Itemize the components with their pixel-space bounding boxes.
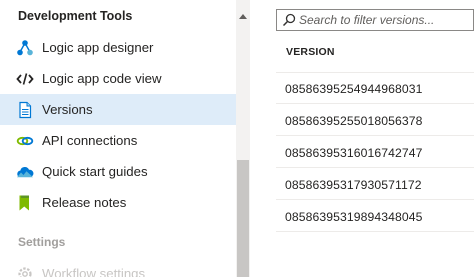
table-row[interactable]: 08586395317930571172 <box>276 169 474 200</box>
network-icon <box>16 39 34 57</box>
nav-item-label: Workflow settings <box>42 266 146 277</box>
nav-item-label: Quick start guides <box>42 164 148 179</box>
nav-item-versions[interactable]: Versions <box>0 94 236 125</box>
bookmark-icon <box>16 194 34 212</box>
section-header-settings: Settings <box>18 235 66 249</box>
scroll-thumb[interactable] <box>237 160 249 277</box>
version-id: 08586395316016742747 <box>285 146 423 160</box>
table-row[interactable]: 08586395316016742747 <box>276 137 474 168</box>
versions-panel: VERSION 08586395254944968031 08586395255… <box>250 0 474 277</box>
link-icon <box>16 132 34 150</box>
table-row[interactable]: 08586395254944968031 <box>276 73 474 104</box>
cloud-icon <box>16 163 34 181</box>
nav-item-label: Logic app code view <box>42 71 162 86</box>
version-id: 08586395255018056378 <box>285 114 423 128</box>
nav-item-label: Release notes <box>42 195 127 210</box>
left-navigation: Development Tools Logic app designer Log… <box>0 0 236 277</box>
nav-item-label: API connections <box>42 133 138 148</box>
search-icon <box>282 13 296 27</box>
nav-item-workflow-settings[interactable]: Workflow settings <box>0 258 236 277</box>
table-row[interactable]: 08586395255018056378 <box>276 105 474 136</box>
nav-item-logic-app-designer[interactable]: Logic app designer <box>0 32 236 63</box>
version-id: 08586395319894348045 <box>285 210 423 224</box>
search-box[interactable] <box>276 9 474 31</box>
nav-scrollbar[interactable] <box>236 0 250 277</box>
section-header-development-tools: Development Tools <box>18 9 133 23</box>
nav-item-label: Logic app designer <box>42 40 154 55</box>
table-row[interactable]: 08586395319894348045 <box>276 201 474 232</box>
version-id: 08586395317930571172 <box>285 178 422 192</box>
nav-item-quick-start-guides[interactable]: Quick start guides <box>0 156 236 187</box>
code-icon <box>16 70 34 88</box>
column-header-version[interactable]: VERSION <box>286 46 335 58</box>
nav-item-release-notes[interactable]: Release notes <box>0 187 236 218</box>
version-id: 08586395254944968031 <box>285 82 423 96</box>
nav-item-api-connections[interactable]: API connections <box>0 125 236 156</box>
nav-item-logic-app-code-view[interactable]: Logic app code view <box>0 63 236 94</box>
search-input[interactable] <box>299 11 471 29</box>
gear-icon <box>16 265 34 277</box>
nav-item-label: Versions <box>42 102 93 117</box>
document-icon <box>16 101 34 119</box>
scroll-up-arrow-icon[interactable] <box>239 14 247 19</box>
